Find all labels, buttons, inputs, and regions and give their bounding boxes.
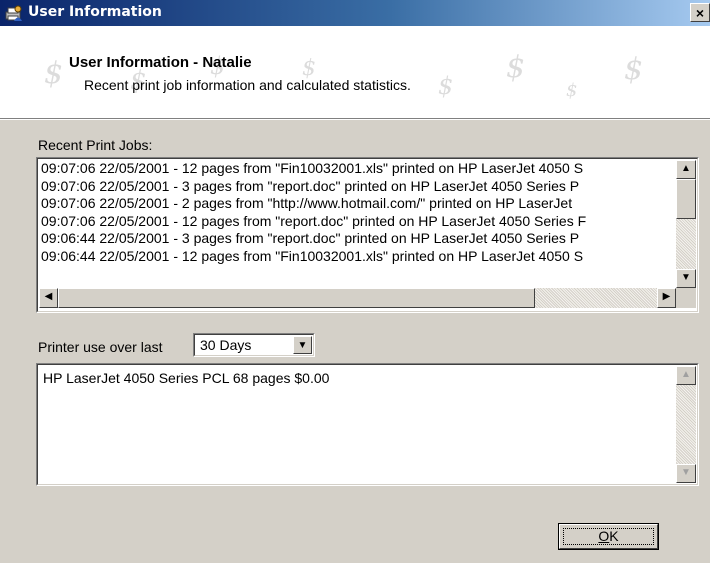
printer-user-icon bbox=[5, 4, 23, 22]
stats-scroll-down-button[interactable]: ▼ bbox=[676, 464, 696, 483]
job-line: 09:06:44 22/05/2001 - 3 pages from "repo… bbox=[41, 230, 580, 247]
recent-jobs-lines: 09:07:06 22/05/2001 - 12 pages from "Fin… bbox=[41, 160, 674, 280]
scroll-right-button[interactable]: ▶ bbox=[657, 288, 676, 308]
scroll-down-button[interactable]: ▼ bbox=[676, 269, 696, 288]
jobs-vertical-scroll-thumb[interactable] bbox=[676, 179, 696, 219]
window-title: User Information bbox=[28, 4, 162, 20]
dollar-watermark-icon: $ bbox=[624, 52, 644, 87]
page-title: User Information - Natalie bbox=[69, 54, 252, 71]
recent-jobs-list[interactable]: 09:07:06 22/05/2001 - 12 pages from "Fin… bbox=[36, 157, 699, 313]
ok-button[interactable]: OK bbox=[558, 523, 659, 550]
period-select[interactable]: 30 Days ▼ bbox=[193, 333, 315, 357]
dollar-watermark-icon: $ bbox=[44, 56, 64, 91]
chevron-down-icon[interactable]: ▼ bbox=[293, 336, 312, 354]
scroll-corner bbox=[676, 288, 696, 308]
job-line: 09:07:06 22/05/2001 - 3 pages from "repo… bbox=[41, 177, 580, 194]
period-select-value: 30 Days bbox=[200, 337, 252, 353]
dollar-watermark-icon: $ bbox=[438, 72, 454, 100]
close-button[interactable]: × bbox=[690, 3, 710, 22]
banner-divider bbox=[0, 118, 710, 120]
job-line: 09:06:44 22/05/2001 - 12 pages from "Fin… bbox=[41, 247, 584, 264]
dollar-watermark-icon: $ bbox=[506, 50, 526, 85]
job-line: 09:07:06 22/05/2001 - 2 pages from "http… bbox=[41, 195, 573, 212]
scroll-up-button[interactable]: ▲ bbox=[676, 160, 696, 179]
dollar-watermark-icon: $ bbox=[566, 80, 578, 101]
title-bar[interactable]: User Information × bbox=[0, 0, 710, 26]
job-line: 09:07:06 22/05/2001 - 12 pages from "rep… bbox=[41, 212, 587, 229]
job-line: 09:07:06 22/05/2001 - 12 pages from "Fin… bbox=[41, 160, 584, 176]
header-banner: $ $ $ $ $ $ $ $ User Information - Natal… bbox=[0, 26, 710, 118]
scroll-left-button[interactable]: ◀ bbox=[39, 288, 58, 308]
user-information-dialog: User Information × $ $ $ $ $ $ $ $ User … bbox=[0, 0, 710, 563]
stats-scroll-up-button[interactable]: ▲ bbox=[676, 366, 696, 385]
printer-use-label: Printer use over last bbox=[38, 339, 163, 355]
printer-stats-box[interactable]: HP LaserJet 4050 Series PCL 68 pages $0.… bbox=[36, 363, 699, 486]
page-subtitle: Recent print job information and calcula… bbox=[84, 77, 411, 93]
recent-jobs-label: Recent Print Jobs: bbox=[38, 137, 153, 153]
printer-stats-text: HP LaserJet 4050 Series PCL 68 pages $0.… bbox=[43, 370, 330, 386]
jobs-horizontal-scroll-thumb[interactable] bbox=[58, 288, 535, 308]
ok-button-label: OK bbox=[598, 528, 619, 544]
